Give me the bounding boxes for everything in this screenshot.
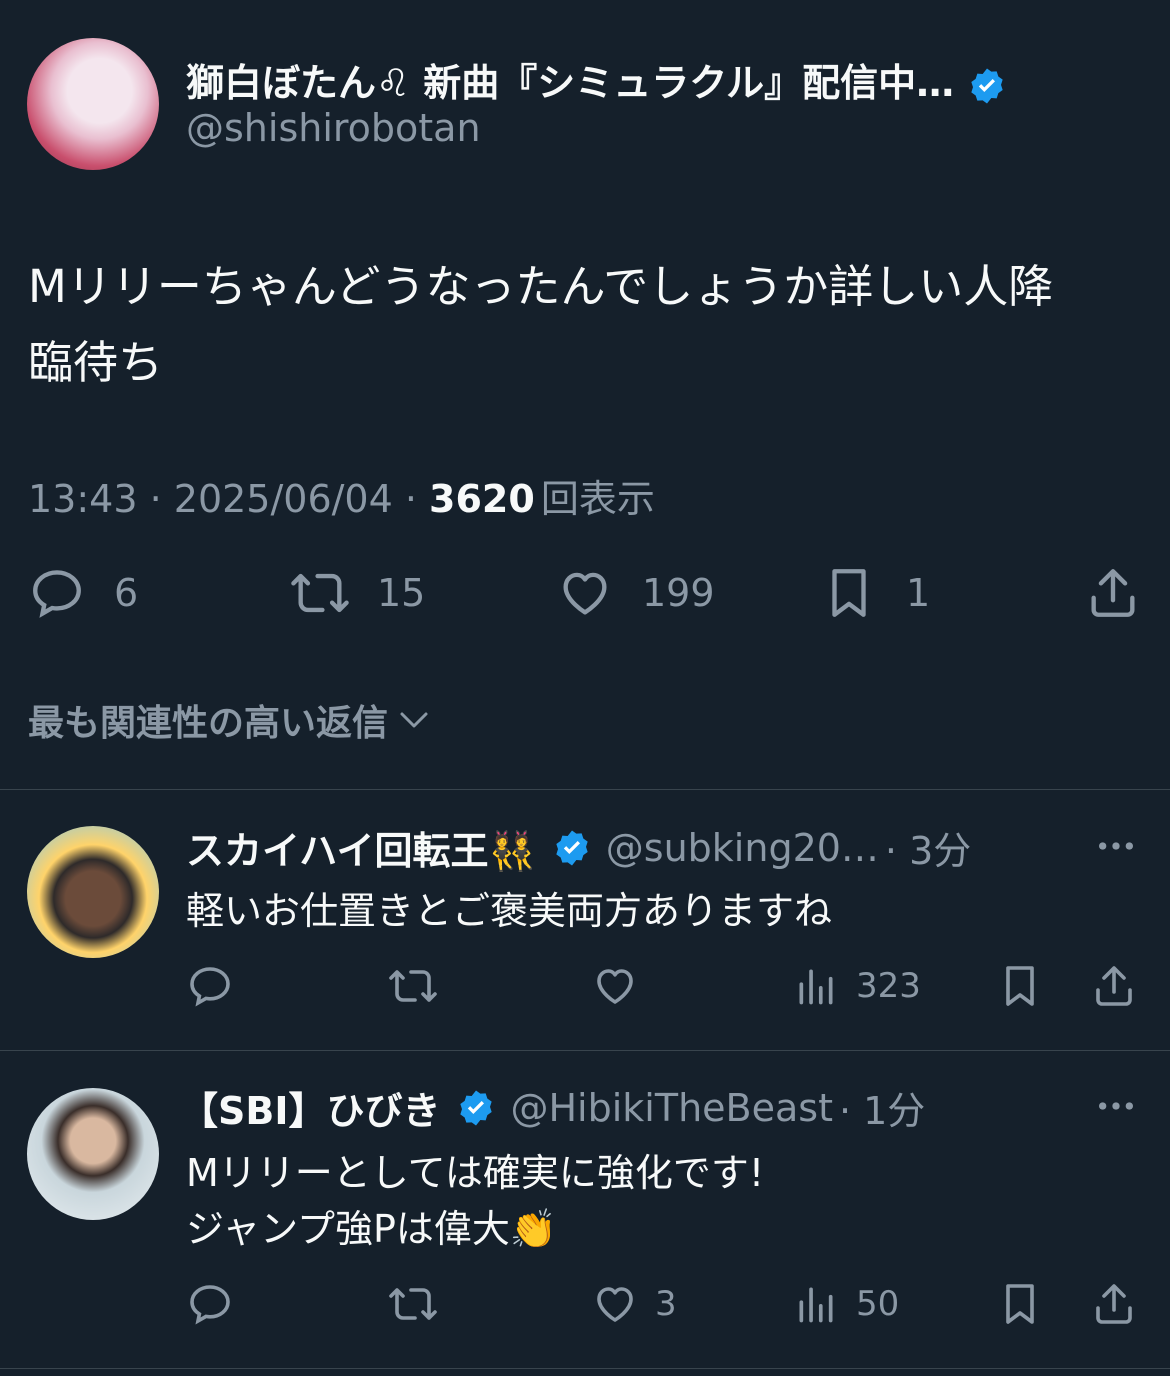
share-icon <box>1090 962 1138 1010</box>
views-count: 3620 <box>429 477 535 521</box>
reply-header: 【SBI】ひびき @HibikiTheBeast · 1分 <box>180 1080 925 1135</box>
share-button[interactable] <box>1090 1280 1138 1328</box>
retweet-button[interactable]: 15 <box>287 564 425 622</box>
reply-count: 6 <box>114 571 139 615</box>
reply-text-line2: ジャンプ強Pは偉大👏 <box>186 1207 558 1251</box>
more-options-button[interactable] <box>1094 1086 1138 1126</box>
main-tweet-text-line2: 臨待ち <box>28 336 164 389</box>
reply-icon <box>28 564 86 622</box>
heart-icon <box>591 1280 639 1328</box>
more-dots-icon <box>1094 826 1138 866</box>
meta-separator: · <box>392 477 430 521</box>
divider <box>0 1368 1170 1369</box>
share-icon <box>1084 564 1142 622</box>
reply-button[interactable] <box>186 962 234 1010</box>
reply-display-name[interactable]: スカイハイ回転王👯 <box>186 820 536 875</box>
bookmark-icon <box>820 564 878 622</box>
reply-icon <box>186 962 234 1010</box>
bookmark-button[interactable] <box>996 1280 1044 1328</box>
main-avatar[interactable] <box>27 38 159 170</box>
meta-separator: · <box>137 477 174 521</box>
bookmark-button[interactable] <box>996 962 1044 1010</box>
bookmark-button[interactable]: 1 <box>820 564 930 622</box>
reply-icon <box>186 1280 234 1328</box>
retweet-count: 15 <box>377 571 426 615</box>
reply-sort-label: 最も関連性の高い返信 <box>28 703 389 744</box>
reply-text: 軽いお仕置きとご褒美両方ありますね <box>186 889 833 933</box>
like-count: 199 <box>642 571 715 615</box>
reply-handle[interactable]: @subking20… <box>606 826 879 870</box>
verified-badge-icon <box>460 1090 493 1125</box>
share-button[interactable] <box>1084 564 1142 622</box>
divider <box>0 789 1170 790</box>
reply-time[interactable]: · 3分 <box>885 820 971 875</box>
more-dots-icon <box>1094 1086 1138 1126</box>
divider <box>0 1050 1170 1051</box>
more-options-button[interactable] <box>1094 826 1138 866</box>
retweet-button[interactable] <box>386 1280 440 1328</box>
tweet-date[interactable]: 2025/06/04 <box>174 477 393 521</box>
reply-handle[interactable]: @HibikiTheBeast <box>510 1086 832 1130</box>
views-button[interactable]: 50 <box>794 1280 899 1328</box>
heart-icon <box>591 962 639 1010</box>
reply-avatar[interactable] <box>27 1088 159 1220</box>
main-handle[interactable]: @shishirobotan <box>186 106 481 150</box>
views-count: 50 <box>856 1284 900 1324</box>
display-name-text: 獅白ぼたん♌ 新曲『シミュラクル』配信中… <box>186 61 955 105</box>
bookmark-icon <box>996 962 1044 1010</box>
like-button[interactable] <box>591 962 655 1010</box>
chevron-down-icon <box>396 702 432 738</box>
reply-text-line1: Mリリーとしては確実に強化です! <box>186 1151 765 1195</box>
views-count: 323 <box>856 966 921 1006</box>
reply-display-name[interactable]: 【SBI】ひびき <box>180 1080 440 1135</box>
retweet-button[interactable] <box>386 962 440 1010</box>
main-display-name[interactable]: 獅白ぼたん♌ 新曲『シミュラクル』配信中… <box>186 52 1007 107</box>
retweet-icon <box>386 962 440 1010</box>
retweet-icon <box>386 1280 440 1328</box>
views-button[interactable]: 323 <box>794 962 921 1010</box>
reply-button[interactable] <box>186 1280 234 1328</box>
analytics-icon <box>794 1280 838 1328</box>
tweet-time[interactable]: 13:43 <box>28 477 138 521</box>
verified-badge-icon <box>971 68 1004 103</box>
bookmark-icon <box>996 1280 1044 1328</box>
main-tweet-text-line1: Mリリーちゃんどうなったんでしょうか詳しい人降 <box>28 260 1054 313</box>
reply-button[interactable]: 6 <box>28 564 138 622</box>
views-label: 回表示 <box>540 477 655 521</box>
retweet-icon <box>287 564 353 622</box>
like-button[interactable]: 3 <box>591 1280 677 1328</box>
reply-header: スカイハイ回転王👯 @subking20… · 3分 <box>186 820 971 875</box>
analytics-icon <box>794 962 838 1010</box>
share-icon <box>1090 1280 1138 1328</box>
tweet-meta: 13:43 · 2025/06/04 · 3620 回表示 <box>28 468 655 523</box>
reply-sort-selector[interactable]: 最も関連性の高い返信 <box>28 694 432 746</box>
reply-avatar[interactable] <box>27 826 159 958</box>
bookmark-count: 1 <box>906 571 931 615</box>
reply-time[interactable]: · 1分 <box>839 1080 925 1135</box>
verified-badge-icon <box>556 830 588 865</box>
share-button[interactable] <box>1090 962 1138 1010</box>
like-button[interactable]: 199 <box>556 564 715 622</box>
like-count: 3 <box>655 1284 677 1324</box>
heart-icon <box>556 564 614 622</box>
